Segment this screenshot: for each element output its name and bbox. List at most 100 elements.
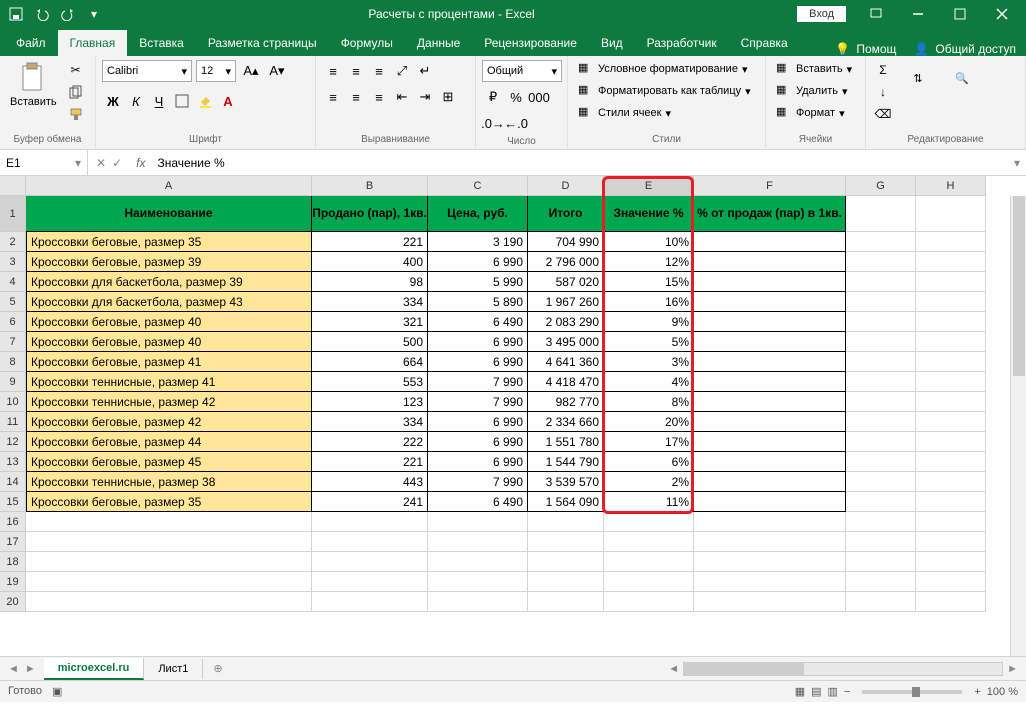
data-cell[interactable] bbox=[694, 372, 846, 392]
data-cell[interactable] bbox=[694, 392, 846, 412]
percent-icon[interactable]: % bbox=[505, 86, 527, 108]
column-header-C[interactable]: C bbox=[428, 176, 528, 196]
cell[interactable] bbox=[916, 452, 986, 472]
cell[interactable] bbox=[604, 552, 694, 572]
cell[interactable] bbox=[312, 532, 428, 552]
data-cell[interactable]: 6 490 bbox=[428, 312, 528, 332]
product-name-cell[interactable]: Кроссовки теннисные, размер 41 bbox=[26, 372, 312, 392]
product-name-cell[interactable]: Кроссовки для баскетбола, размер 43 bbox=[26, 292, 312, 312]
cell[interactable] bbox=[846, 512, 916, 532]
data-cell[interactable]: 9% bbox=[604, 312, 694, 332]
signin-button[interactable]: Вход bbox=[797, 6, 846, 22]
currency-icon[interactable]: ₽ bbox=[482, 86, 504, 108]
name-box[interactable]: E1▾ bbox=[0, 150, 88, 175]
cell[interactable] bbox=[846, 232, 916, 252]
redo-icon[interactable] bbox=[56, 3, 80, 25]
cell[interactable] bbox=[846, 532, 916, 552]
data-cell[interactable]: 334 bbox=[312, 292, 428, 312]
data-cell[interactable]: 241 bbox=[312, 492, 428, 512]
cell[interactable] bbox=[916, 472, 986, 492]
share-label[interactable]: Общий доступ bbox=[935, 42, 1016, 56]
row-header[interactable]: 18 bbox=[0, 552, 26, 572]
row-header[interactable]: 6 bbox=[0, 312, 26, 332]
cell[interactable] bbox=[528, 552, 604, 572]
cell[interactable] bbox=[916, 552, 986, 572]
align-top-icon[interactable]: ≡ bbox=[322, 60, 344, 82]
cell[interactable] bbox=[428, 532, 528, 552]
merge-icon[interactable]: ⊞ bbox=[437, 86, 459, 108]
data-cell[interactable] bbox=[694, 272, 846, 292]
data-cell[interactable] bbox=[694, 332, 846, 352]
copy-icon[interactable] bbox=[65, 82, 87, 102]
data-cell[interactable]: 553 bbox=[312, 372, 428, 392]
column-header-F[interactable]: F bbox=[694, 176, 846, 196]
row-header[interactable]: 10 bbox=[0, 392, 26, 412]
decrease-decimal-icon[interactable]: ←.0 bbox=[505, 112, 527, 134]
cell[interactable] bbox=[528, 532, 604, 552]
share-icon[interactable]: 👤 bbox=[914, 42, 929, 56]
product-name-cell[interactable]: Кроссовки беговые, размер 40 bbox=[26, 312, 312, 332]
cell[interactable] bbox=[846, 472, 916, 492]
tab-review[interactable]: Рецензирование bbox=[472, 30, 589, 56]
data-cell[interactable]: 16% bbox=[604, 292, 694, 312]
data-cell[interactable]: 98 bbox=[312, 272, 428, 292]
data-cell[interactable]: 5 990 bbox=[428, 272, 528, 292]
cell[interactable] bbox=[916, 492, 986, 512]
row-header[interactable]: 2 bbox=[0, 232, 26, 252]
data-cell[interactable] bbox=[694, 472, 846, 492]
cell[interactable] bbox=[26, 552, 312, 572]
qat-dropdown-icon[interactable]: ▾ bbox=[82, 3, 106, 25]
wrap-text-icon[interactable]: ↵ bbox=[414, 60, 436, 82]
data-cell[interactable] bbox=[694, 252, 846, 272]
autosum-icon[interactable]: Σ bbox=[872, 60, 894, 80]
row-header[interactable]: 15 bbox=[0, 492, 26, 512]
product-name-cell[interactable]: Кроссовки беговые, размер 35 bbox=[26, 492, 312, 512]
tellme-icon[interactable]: 💡 bbox=[835, 42, 850, 56]
cell[interactable] bbox=[846, 492, 916, 512]
maximize-icon[interactable] bbox=[940, 3, 980, 25]
data-cell[interactable]: 221 bbox=[312, 452, 428, 472]
data-cell[interactable]: 1 551 780 bbox=[528, 432, 604, 452]
bold-button[interactable]: Ж bbox=[102, 90, 124, 112]
cell[interactable] bbox=[916, 572, 986, 592]
sheet-nav-next-icon[interactable]: ► bbox=[25, 663, 36, 675]
cell[interactable] bbox=[846, 392, 916, 412]
cell[interactable] bbox=[312, 572, 428, 592]
zoom-slider[interactable] bbox=[862, 690, 962, 694]
cell[interactable] bbox=[428, 512, 528, 532]
cell[interactable] bbox=[916, 592, 986, 612]
data-cell[interactable]: 7 990 bbox=[428, 372, 528, 392]
data-cell[interactable]: 11% bbox=[604, 492, 694, 512]
data-cell[interactable]: 587 020 bbox=[528, 272, 604, 292]
sort-filter-button[interactable]: ⇅ bbox=[898, 60, 938, 96]
column-header-G[interactable]: G bbox=[846, 176, 916, 196]
data-cell[interactable]: 1 544 790 bbox=[528, 452, 604, 472]
data-cell[interactable]: 6% bbox=[604, 452, 694, 472]
tab-layout[interactable]: Разметка страницы bbox=[196, 30, 329, 56]
cell[interactable] bbox=[846, 372, 916, 392]
add-sheet-button[interactable]: ⊕ bbox=[203, 662, 232, 675]
cell[interactable] bbox=[916, 252, 986, 272]
table-header[interactable]: % от продаж (пар) в 1кв. bbox=[694, 196, 846, 232]
cell-styles-button[interactable]: ▦Стили ячеек▾ bbox=[574, 104, 675, 122]
cell[interactable] bbox=[846, 332, 916, 352]
macro-record-icon[interactable]: ▣ bbox=[52, 685, 62, 698]
cell[interactable] bbox=[916, 312, 986, 332]
cell[interactable] bbox=[916, 532, 986, 552]
underline-button[interactable]: Ч bbox=[148, 90, 170, 112]
font-name-select[interactable]: Calibri▾ bbox=[102, 60, 192, 82]
data-cell[interactable]: 334 bbox=[312, 412, 428, 432]
data-cell[interactable]: 3% bbox=[604, 352, 694, 372]
decrease-indent-icon[interactable]: ⇤ bbox=[391, 86, 413, 108]
row-header[interactable]: 9 bbox=[0, 372, 26, 392]
data-cell[interactable]: 2 083 290 bbox=[528, 312, 604, 332]
data-cell[interactable]: 8% bbox=[604, 392, 694, 412]
cell[interactable] bbox=[604, 572, 694, 592]
product-name-cell[interactable]: Кроссовки беговые, размер 44 bbox=[26, 432, 312, 452]
product-name-cell[interactable]: Кроссовки теннисные, размер 38 bbox=[26, 472, 312, 492]
table-header[interactable]: Наименование bbox=[26, 196, 312, 232]
cell[interactable] bbox=[428, 592, 528, 612]
tab-data[interactable]: Данные bbox=[405, 30, 472, 56]
data-cell[interactable] bbox=[694, 492, 846, 512]
data-cell[interactable]: 7 990 bbox=[428, 392, 528, 412]
